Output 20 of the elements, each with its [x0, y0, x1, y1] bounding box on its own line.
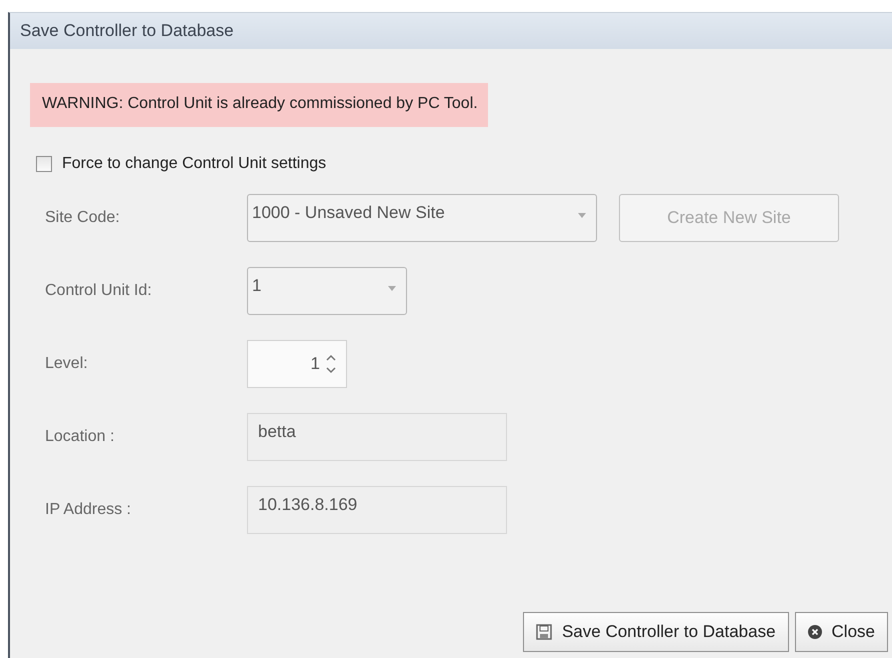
close-button[interactable]: Close: [794, 612, 888, 652]
warning-message: WARNING: Control Unit is already commissioned by PC Tool.: [30, 83, 488, 127]
field-label: Control Unit Id:: [44, 282, 153, 300]
text-field[interactable]: betta: [247, 413, 507, 461]
dropdown-caret-icon[interactable]: [388, 286, 396, 291]
dropdown-caret-icon[interactable]: [578, 213, 586, 218]
field-label: Level:: [44, 355, 89, 373]
field-label: Site Code:: [44, 209, 121, 227]
number-spinner[interactable]: 1: [247, 340, 347, 388]
checkbox-label: Force to change Control Unit settings: [62, 155, 326, 173]
close-icon: [808, 625, 822, 639]
save-button[interactable]: Save Controller to Database: [522, 612, 789, 652]
spinner-arrows-icon[interactable]: [326, 353, 336, 375]
checkbox[interactable]: [36, 156, 52, 172]
field-label: Location :: [44, 428, 116, 446]
field-label: IP Address :: [44, 501, 132, 519]
dropdown[interactable]: 1: [247, 267, 407, 315]
window-title: Save Controller to Database: [20, 21, 234, 41]
dropdown[interactable]: 1000 - Unsaved New Site: [247, 194, 597, 242]
text-field[interactable]: 10.136.8.169: [247, 486, 507, 534]
